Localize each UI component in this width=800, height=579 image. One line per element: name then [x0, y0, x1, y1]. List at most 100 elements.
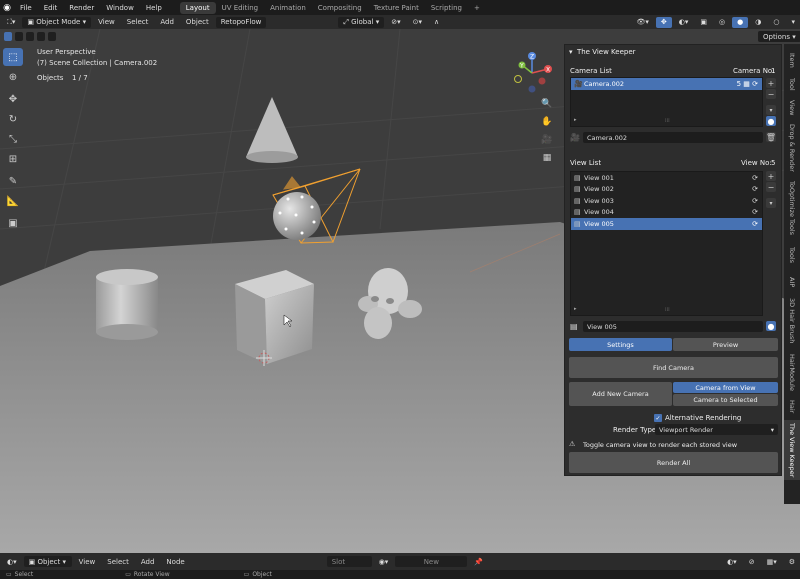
menu-window[interactable]: Window — [100, 4, 140, 12]
shading-material-icon[interactable]: ◑ — [750, 17, 766, 28]
camera-filter-icon[interactable]: ● — [766, 116, 776, 126]
render-type-select[interactable]: Viewport Render ▾ — [655, 424, 778, 435]
list-expand-icon[interactable]: ▸ — [574, 117, 577, 123]
bottom-menu-view[interactable]: View — [74, 556, 101, 567]
camera-list-item[interactable]: 🎥 Camera.002 5 ▦ ⟳ — [571, 78, 762, 90]
transform-tool-icon[interactable]: ⊞ — [3, 150, 23, 168]
move-tool-icon[interactable]: ✥ — [3, 90, 23, 108]
proportional-edit-icon[interactable]: ⊙▾ — [408, 17, 427, 28]
shading-solid-icon[interactable]: ● — [732, 16, 749, 28]
select-box-mode-icon[interactable] — [4, 32, 12, 41]
add-cube-tool-icon[interactable]: ▣ — [3, 214, 23, 232]
navigation-gizmo[interactable]: Z X Y — [510, 51, 555, 96]
falloff-icon[interactable]: ∧ — [429, 17, 444, 28]
camera-add-button[interactable]: + — [766, 78, 776, 88]
select-extend-icon[interactable] — [15, 32, 23, 41]
find-camera-button[interactable]: Find Camera — [569, 357, 778, 378]
sidebar-tab-tool[interactable]: Tool — [784, 74, 800, 94]
add-new-camera-button[interactable]: Add New Camera — [569, 382, 672, 406]
tab-compositing[interactable]: Compositing — [312, 2, 368, 14]
scale-tool-icon[interactable]: ⤡ — [3, 130, 23, 148]
list-expand-icon[interactable]: ▸ — [574, 306, 577, 312]
menu-object[interactable]: Object — [181, 17, 214, 28]
view-list-item[interactable]: ▤ View 001 ⟳ — [571, 172, 762, 184]
tab-texture-paint[interactable]: Texture Paint — [368, 2, 425, 14]
sidebar-tab-view-keeper[interactable]: The View Keeper — [784, 420, 800, 480]
menu-select[interactable]: Select — [122, 17, 154, 28]
tab-layout[interactable]: Layout — [179, 1, 216, 14]
sidebar-tab-3d-hair-brush[interactable]: 3D Hair Brush — [784, 296, 800, 346]
slot-select[interactable]: Slot — [326, 556, 372, 567]
camera-name-field[interactable]: Camera.002 — [583, 132, 763, 143]
view-menu-chevron-icon[interactable]: ▾ — [766, 198, 776, 208]
measure-tool-icon[interactable]: 📐 — [3, 192, 23, 210]
select-subtract-icon[interactable] — [26, 32, 34, 41]
blender-logo-icon[interactable]: ◉ — [0, 3, 14, 13]
tab-animation[interactable]: Animation — [264, 2, 312, 14]
alt-rendering-checkbox[interactable]: ✓ — [654, 414, 662, 422]
view-refresh-icon[interactable]: ⟳ — [752, 197, 758, 205]
shading-wireframe-icon[interactable]: ◎ — [714, 17, 730, 28]
bottom-menu-add[interactable]: Add — [136, 556, 160, 567]
view-add-button[interactable]: + — [766, 171, 776, 181]
pan-hand-icon[interactable]: ✋ — [539, 114, 555, 130]
material-icon[interactable]: ◉▾ — [374, 556, 394, 567]
camera-remove-button[interactable]: − — [766, 89, 776, 99]
sidebar-tab-aip[interactable]: AIP — [784, 272, 800, 292]
sidebar-tab-view[interactable]: View — [784, 98, 800, 118]
snap-toggle-icon[interactable]: ⊘ — [744, 556, 760, 567]
view-refresh-icon[interactable]: ⟳ — [752, 185, 758, 193]
alt-rendering-checkbox-row[interactable]: ✓ Alternative Rendering — [654, 414, 741, 422]
view-name-field[interactable]: View 005 — [583, 321, 763, 332]
menu-help[interactable]: Help — [140, 4, 168, 12]
options-button[interactable]: Options ▾ — [758, 31, 800, 42]
view-list[interactable]: ▤ View 001 ⟳ ▤ View 002 ⟳ ▤ View 003 ⟳ ▤ View 0… — [570, 171, 763, 316]
camera-from-view-button[interactable]: Camera from View — [673, 382, 778, 393]
zoom-icon[interactable]: 🔍 — [539, 96, 555, 112]
overlays-icon[interactable]: ◐▾ — [674, 17, 694, 28]
sidebar-tab-item[interactable]: Item — [784, 50, 800, 70]
camera-menu-chevron-icon[interactable]: ▾ — [766, 105, 776, 115]
menu-add[interactable]: Add — [155, 17, 179, 28]
view-remove-button[interactable]: − — [766, 182, 776, 192]
menu-render[interactable]: Render — [63, 4, 100, 12]
shading-rendered-icon[interactable]: ○ — [768, 17, 784, 28]
camera-delete-icon[interactable]: 🗑 — [766, 132, 776, 142]
sidebar-tab-hairmodule[interactable]: HairModule — [784, 350, 800, 394]
view-list-item[interactable]: ▤ View 004 ⟳ — [571, 207, 762, 219]
camera-to-selected-button[interactable]: Camera to Selected — [673, 394, 778, 406]
settings-icon[interactable]: ⚙ — [784, 556, 800, 567]
rotate-tool-icon[interactable]: ↻ — [3, 110, 23, 128]
sidebar-tab-tools[interactable]: Tools — [784, 242, 800, 268]
view-refresh-icon[interactable]: ⟳ — [752, 174, 758, 182]
object-type-select[interactable]: ▣ Object ▾ — [23, 556, 72, 567]
visibility-icon[interactable]: 👁▾ — [632, 17, 654, 28]
menu-view[interactable]: View — [93, 17, 120, 28]
shading-options-icon[interactable]: ▾ — [786, 17, 800, 28]
new-material-button[interactable]: New — [395, 556, 468, 567]
orientation-select[interactable]: ⤢ Global ▾ — [338, 16, 385, 28]
camera-list[interactable]: 🎥 Camera.002 5 ▦ ⟳ ▸ ⁞⁞⁞ — [570, 77, 763, 127]
grid-view-icon[interactable]: ▦ — [539, 150, 555, 166]
view-list-item[interactable]: ▤ View 005 ⟳ — [571, 218, 762, 230]
pin-icon[interactable]: 📌 — [469, 556, 488, 567]
list-resize-handle[interactable]: ⁞⁞⁞ — [665, 307, 670, 313]
view-filter-icon[interactable]: ● — [766, 321, 776, 331]
tab-uv-editing[interactable]: UV Editing — [216, 2, 265, 14]
view-list-item[interactable]: ▤ View 002 ⟳ — [571, 184, 762, 196]
bottom-menu-select[interactable]: Select — [102, 556, 134, 567]
tab-settings[interactable]: Settings — [569, 338, 672, 351]
view-list-item[interactable]: ▤ View 003 ⟳ — [571, 195, 762, 207]
tab-preview[interactable]: Preview — [673, 338, 778, 351]
panel-header[interactable]: ▾ The View Keeper — [569, 48, 636, 56]
bottom-menu-node[interactable]: Node — [161, 556, 189, 567]
render-all-button[interactable]: Render All — [569, 452, 778, 473]
snap-grid-icon[interactable]: ▦▾ — [762, 556, 782, 567]
menu-file[interactable]: File — [14, 4, 38, 12]
add-workspace-button[interactable]: + — [468, 2, 486, 14]
xray-icon[interactable]: ▣ — [695, 17, 712, 28]
gizmo-toggle-icon[interactable]: ✥ — [655, 16, 672, 28]
select-box-tool-icon[interactable]: ⬚ — [3, 48, 23, 66]
sidebar-tab-hair[interactable]: Hair — [784, 398, 800, 416]
snap-icon[interactable]: ⊘▾ — [386, 17, 405, 28]
